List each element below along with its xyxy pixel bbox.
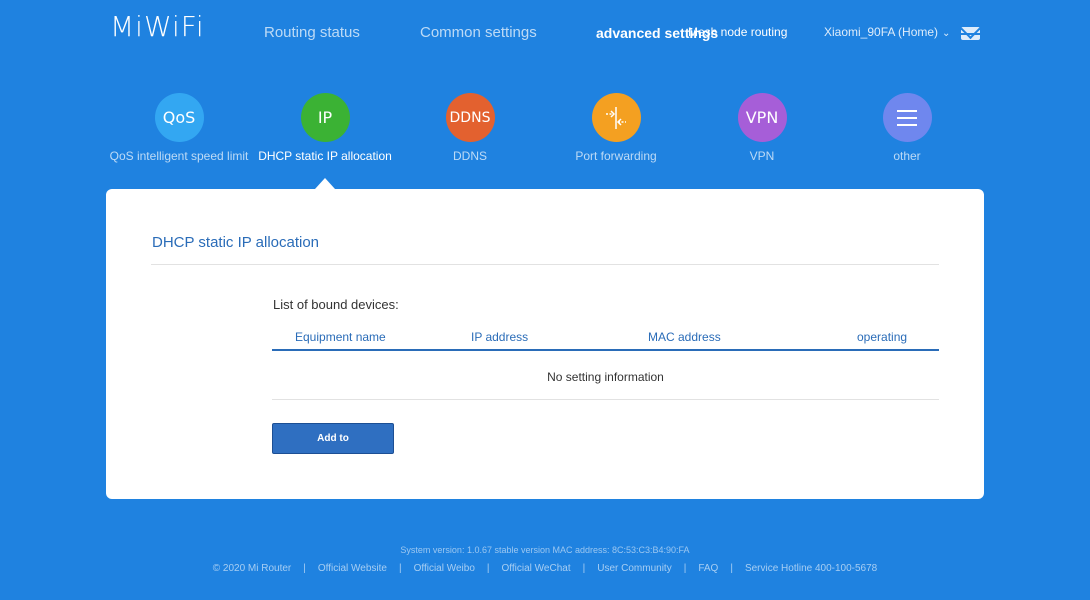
panel-divider — [151, 264, 939, 265]
feature-dhcp-label: DHCP static IP allocation — [258, 149, 392, 163]
footer-link-faq[interactable]: FAQ — [698, 563, 718, 574]
feature-port-forwarding[interactable]: Port forwarding — [536, 93, 696, 163]
table-row-divider — [272, 399, 939, 400]
panel-title: DHCP static IP allocation — [152, 234, 320, 251]
menu-icon — [882, 93, 932, 142]
feature-vpn-label: VPN — [749, 149, 775, 163]
qos-icon: QoS — [154, 93, 204, 142]
column-equipment-name: Equipment name — [295, 330, 386, 344]
footer-link-user-community[interactable]: User Community — [597, 563, 671, 574]
feature-port-forwarding-label: Port forwarding — [575, 149, 657, 163]
nav-routing-status[interactable]: Routing status — [264, 24, 360, 41]
ip-icon: IP — [300, 93, 350, 142]
feature-ddns[interactable]: DDNS DDNS — [390, 93, 550, 163]
dhcp-panel: DHCP static IP allocation List of bound … — [106, 189, 984, 499]
footer-link-official-website[interactable]: Official Website — [318, 563, 387, 574]
footer-separator: | — [582, 563, 586, 574]
table-header-divider — [272, 349, 939, 351]
feature-dhcp-static-ip[interactable]: IP DHCP static IP allocation — [245, 93, 405, 163]
nav-common-settings[interactable]: Common settings — [420, 24, 537, 41]
device-selector[interactable]: Xiaomi_90FA (Home) ⌄ — [824, 25, 950, 39]
footer-links: © 2020 Mi Router | Official Website | Offici… — [0, 563, 1090, 574]
footer-link-official-weibo[interactable]: Official Weibo — [414, 563, 475, 574]
chevron-down-icon: ⌄ — [942, 28, 951, 39]
feature-vpn[interactable]: VPN VPN — [682, 93, 842, 163]
feature-other[interactable]: other — [827, 93, 987, 163]
device-name: Xiaomi_90FA (Home) — [824, 25, 939, 39]
ddns-icon: DDNS — [445, 93, 495, 142]
empty-table-message: No setting information — [547, 370, 664, 384]
footer-separator: | — [730, 563, 733, 574]
feature-ddns-label: DDNS — [452, 149, 487, 163]
port-forward-icon — [591, 93, 641, 142]
nav-mesh-node-routing[interactable]: Mesh node routing — [688, 25, 787, 39]
footer-copyright: © 2020 Mi Router — [212, 563, 292, 574]
list-title: List of bound devices: — [273, 297, 399, 312]
column-ip-address: IP address — [471, 330, 529, 344]
feature-qos[interactable]: QoS QoS intelligent speed limit — [99, 93, 259, 163]
feature-other-label: other — [893, 149, 921, 163]
system-version-info: System version: 1.0.67 stable version MA… — [400, 545, 690, 555]
footer-separator: | — [486, 563, 490, 574]
top-header: MiWiFi Routing status Common settings ad… — [0, 0, 1090, 60]
column-mac-address: MAC address — [648, 330, 721, 344]
footer-link-official-wechat[interactable]: Official WeChat — [502, 563, 571, 574]
feature-qos-label: QoS intelligent speed limit — [109, 149, 249, 163]
envelope-icon[interactable] — [961, 27, 980, 40]
column-operating: operating — [857, 330, 908, 344]
add-to-button[interactable]: Add to — [272, 423, 394, 454]
footer-service-hotline: Service Hotline 400-100-5678 — [744, 563, 878, 574]
vpn-icon: VPN — [737, 93, 787, 142]
footer-separator: | — [398, 563, 402, 574]
miwifi-logo[interactable]: MiWiFi — [110, 10, 205, 43]
active-tab-pointer — [315, 178, 335, 189]
footer-separator: | — [683, 563, 687, 574]
footer-separator: | — [303, 563, 306, 574]
